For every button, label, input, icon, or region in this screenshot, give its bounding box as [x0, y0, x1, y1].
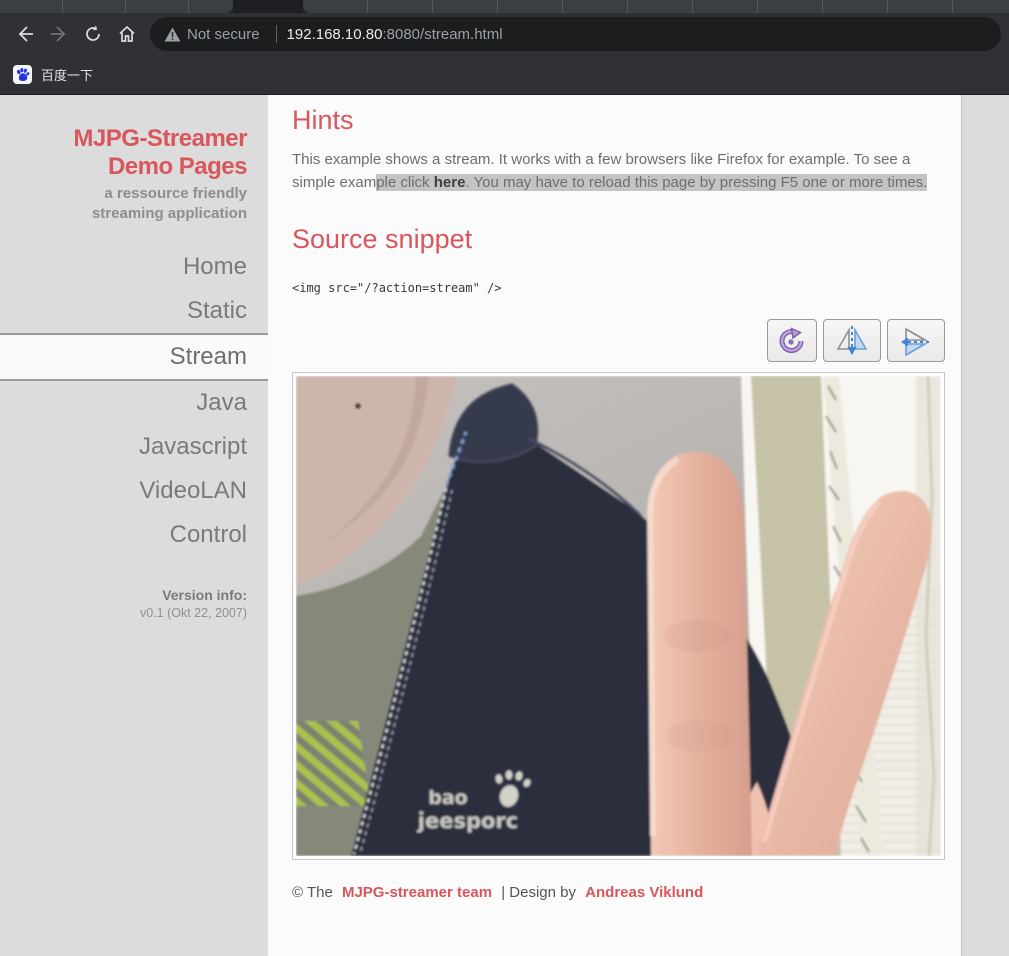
footer-text: | Design by: [501, 884, 576, 901]
sidebar-item-home[interactable]: Home: [0, 245, 268, 289]
reload-button[interactable]: [76, 17, 110, 51]
not-secure-warning-icon: [164, 27, 181, 41]
hints-heading: Hints: [292, 105, 354, 135]
sidebar-item-static[interactable]: Static: [0, 289, 268, 333]
footer-text: © The: [292, 884, 333, 901]
reload-icon: [86, 25, 100, 41]
baidu-favicon: [13, 65, 32, 84]
back-icon: [18, 26, 33, 42]
page-background-gutter: [962, 95, 1009, 956]
main-content: Hints This example shows a stream. It wo…: [268, 95, 962, 956]
selected-text: . You may have to reload this page by pr…: [465, 174, 928, 191]
bookmarks-bar: 百度一下: [0, 55, 1009, 95]
source-code: <img src="/?action=stream" />: [292, 281, 502, 295]
index-finger: [648, 452, 752, 856]
site-title: MJPG-Streamer Demo Pages: [73, 125, 247, 180]
browser-tabs[interactable]: [303, 0, 1009, 13]
home-button[interactable]: [110, 17, 144, 51]
sidebar-item-control[interactable]: Control: [0, 513, 268, 557]
sidebar-item-stream[interactable]: Stream: [0, 333, 268, 381]
sidebar: MJPG-Streamer Demo Pages a ressource fri…: [0, 95, 268, 956]
jacket-logo-line2: jeesporc: [417, 809, 518, 833]
webcam-stream-image: bao jeesporc: [296, 376, 941, 856]
mjpg-team-link[interactable]: MJPG-streamer team: [342, 884, 492, 901]
forward-button[interactable]: [42, 17, 76, 51]
browser-chrome: Not secure 192.168.10.80:8080/stream.htm…: [0, 0, 1009, 95]
tab-strip[interactable]: [0, 0, 1009, 13]
jacket-logo-line1: bao: [428, 787, 467, 809]
tshirt-green-stripes: [296, 721, 371, 806]
browser-tabs[interactable]: [0, 0, 233, 13]
home-icon: [119, 25, 135, 42]
page-footer: © The MJPG-streamer team | Design by And…: [292, 884, 945, 901]
flip-vertical-icon: [901, 327, 929, 356]
here-link[interactable]: here: [433, 174, 466, 191]
security-label: Not secure: [187, 25, 260, 43]
sidebar-item-videolan[interactable]: VideoLAN: [0, 469, 268, 513]
active-tab[interactable]: [233, 0, 303, 13]
browser-toolbar: Not secure 192.168.10.80:8080/stream.htm…: [0, 13, 1009, 55]
url-host[interactable]: 192.168.10.80: [287, 26, 383, 43]
back-button[interactable]: [8, 17, 42, 51]
selected-text: ple click: [376, 174, 434, 191]
mjpg-streamer-page: MJPG-Streamer Demo Pages a ressource fri…: [0, 95, 1009, 956]
neck-mole: [355, 403, 361, 409]
andreas-viklund-link[interactable]: Andreas Viklund: [585, 884, 703, 901]
flip-horizontal-icon: [836, 325, 868, 355]
address-bar[interactable]: Not secure 192.168.10.80:8080/stream.htm…: [150, 17, 1001, 51]
stream-image-frame: bao jeesporc: [292, 372, 945, 860]
omnibox-separator: [275, 25, 277, 43]
sidebar-item-javascript[interactable]: Javascript: [0, 425, 268, 469]
flip-horizontal-button[interactable]: [823, 319, 881, 362]
source-snippet-heading: Source snippet: [292, 224, 473, 254]
forward-icon: [51, 26, 66, 42]
sidebar-item-java[interactable]: Java: [0, 381, 268, 425]
stream-controls: [292, 319, 945, 362]
sidebar-nav: Home Static Stream Java Javascript Video…: [0, 245, 268, 557]
bookmark-baidu[interactable]: 百度一下: [41, 65, 93, 84]
version-info: Version info: v0.1 (Okt 22, 2007): [139, 587, 247, 620]
hints-paragraph: This example shows a stream. It works wi…: [292, 148, 947, 194]
url-path[interactable]: :8080/stream.html: [382, 26, 502, 43]
rotate-icon: [779, 326, 804, 353]
rotate-button[interactable]: [767, 319, 817, 362]
site-subtitle: a ressource friendly streaming applicati…: [91, 185, 247, 222]
baidu-paw-icon: [17, 68, 30, 82]
flip-vertical-button[interactable]: [887, 319, 945, 362]
